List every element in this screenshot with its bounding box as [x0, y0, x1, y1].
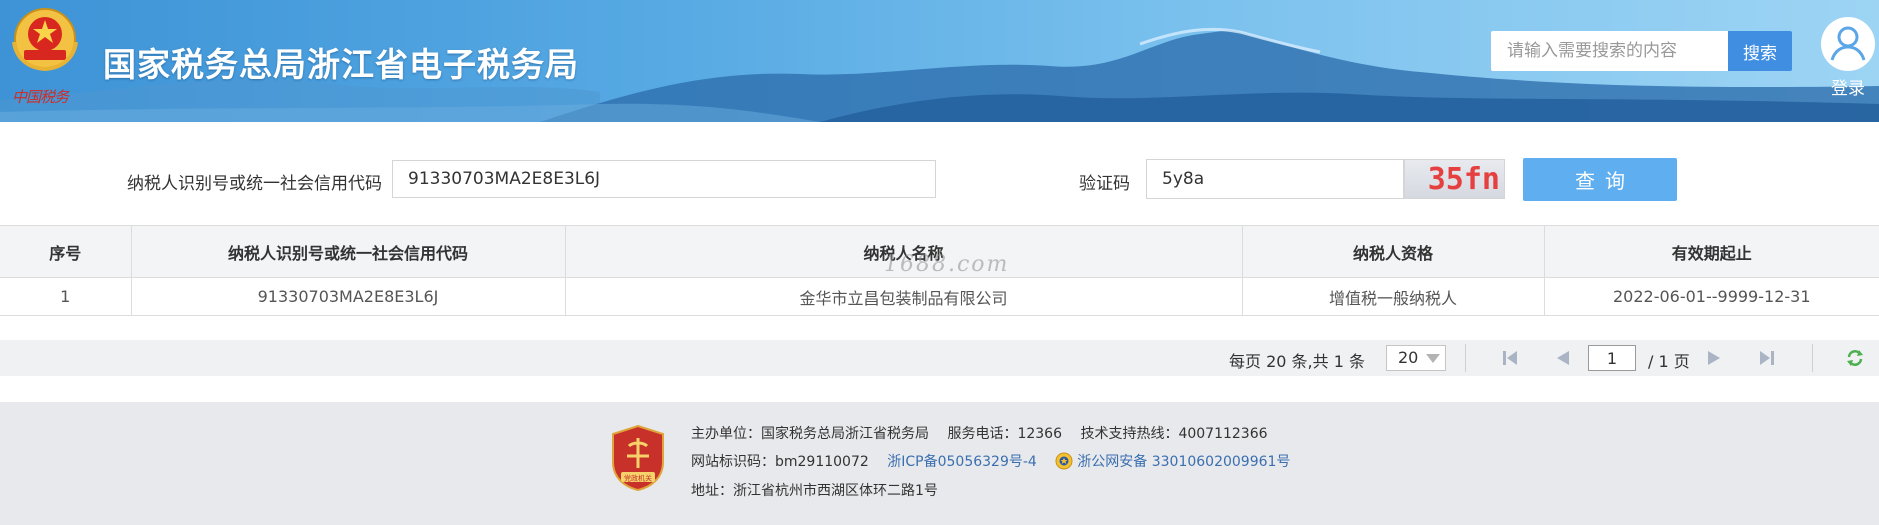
table-row: 1 91330703MA2E8E3L6J 金华市立昌包装制品有限公司 增值税一般… — [0, 277, 1879, 316]
tax-emblem-icon — [12, 8, 78, 72]
watermark: 1688.com — [884, 252, 1010, 277]
column-header-tax-id: 纳税人识别号或统一社会信用代码 — [131, 225, 566, 278]
site-header: 中国税务 国家税务总局浙江省电子税务局 搜索 登录 — [0, 0, 1879, 122]
police-badge-icon — [1055, 452, 1073, 470]
footer-address: 地址：浙江省杭州市西湖区体环二路1号 — [691, 483, 938, 499]
captcha-input[interactable] — [1146, 159, 1404, 199]
cell-tax-id: 91330703MA2E8E3L6J — [131, 277, 566, 316]
query-button[interactable]: 查询 — [1523, 158, 1677, 201]
seal-text: 中国税务 — [12, 88, 69, 106]
police-record-text[interactable]: 浙公网安备 33010602009961号 — [1077, 454, 1290, 470]
footer-service-phone: 服务电话：12366 — [947, 426, 1062, 442]
first-page-icon[interactable] — [1500, 348, 1520, 368]
site-footer: 党政机关 主办单位：国家税务总局浙江省税务局 服务电话：12366 技术支持热线… — [0, 402, 1879, 525]
page-size-value: 20 — [1398, 348, 1419, 367]
footer-site-code: 网站标识码：bm29110072 — [691, 454, 869, 470]
badge-text: 党政机关 — [624, 474, 652, 483]
page-number-input[interactable] — [1588, 345, 1636, 371]
cell-qualification: 增值税一般纳税人 — [1242, 277, 1545, 316]
pager-summary: 每页 20 条,共 1 条 — [1229, 352, 1365, 371]
page-total: / 1 页 — [1648, 352, 1690, 371]
pager-divider — [1812, 344, 1813, 372]
column-header-index: 序号 — [0, 225, 132, 278]
footer-line-1: 主办单位：国家税务总局浙江省税务局 服务电话：12366 技术支持热线：4007… — [691, 423, 1282, 443]
site-search-input[interactable] — [1491, 31, 1728, 71]
dangzheng-badge-icon[interactable]: 党政机关 — [609, 424, 667, 492]
prev-page-icon[interactable] — [1553, 348, 1573, 368]
cell-taxpayer-name: 金华市立昌包装制品有限公司 — [565, 277, 1243, 316]
police-record-link[interactable]: 浙公网安备 33010602009961号 — [1055, 452, 1304, 470]
icp-link[interactable]: 浙ICP备05056329号-4 — [887, 454, 1037, 470]
footer-line-2: 网站标识码：bm29110072 浙ICP备05056329号-4 浙公网安备 … — [691, 451, 1318, 471]
captcha-image[interactable]: 35fn — [1404, 159, 1505, 199]
page-size-select[interactable]: 20 — [1386, 345, 1446, 371]
tax-id-label: 纳税人识别号或统一社会信用代码 — [127, 174, 382, 194]
footer-line-3: 地址：浙江省杭州市西湖区体环二路1号 — [691, 480, 952, 500]
footer-tech-hotline: 技术支持热线：4007112366 — [1080, 426, 1268, 442]
site-title: 国家税务总局浙江省电子税务局 — [103, 45, 579, 84]
captcha-label: 验证码 — [1079, 174, 1130, 194]
pager-divider — [1465, 344, 1466, 372]
login-button[interactable]: 登录 — [1820, 16, 1876, 100]
tax-id-input[interactable] — [392, 160, 936, 198]
cell-validity: 2022-06-01--9999-12-31 — [1544, 277, 1879, 316]
chevron-down-icon — [1426, 354, 1440, 363]
site-search-button[interactable]: 搜索 — [1728, 31, 1792, 71]
column-header-qualification: 纳税人资格 — [1242, 225, 1545, 278]
pagination-bar: 每页 20 条,共 1 条 20 / 1 页 — [0, 340, 1879, 376]
column-header-validity: 有效期起止 — [1544, 225, 1879, 278]
cell-index: 1 — [0, 277, 132, 316]
avatar-icon — [1821, 17, 1875, 71]
footer-host: 主办单位：国家税务总局浙江省税务局 — [691, 426, 929, 442]
next-page-icon[interactable] — [1704, 348, 1724, 368]
refresh-icon[interactable] — [1845, 348, 1865, 368]
login-label: 登录 — [1831, 79, 1865, 99]
last-page-icon[interactable] — [1757, 348, 1777, 368]
